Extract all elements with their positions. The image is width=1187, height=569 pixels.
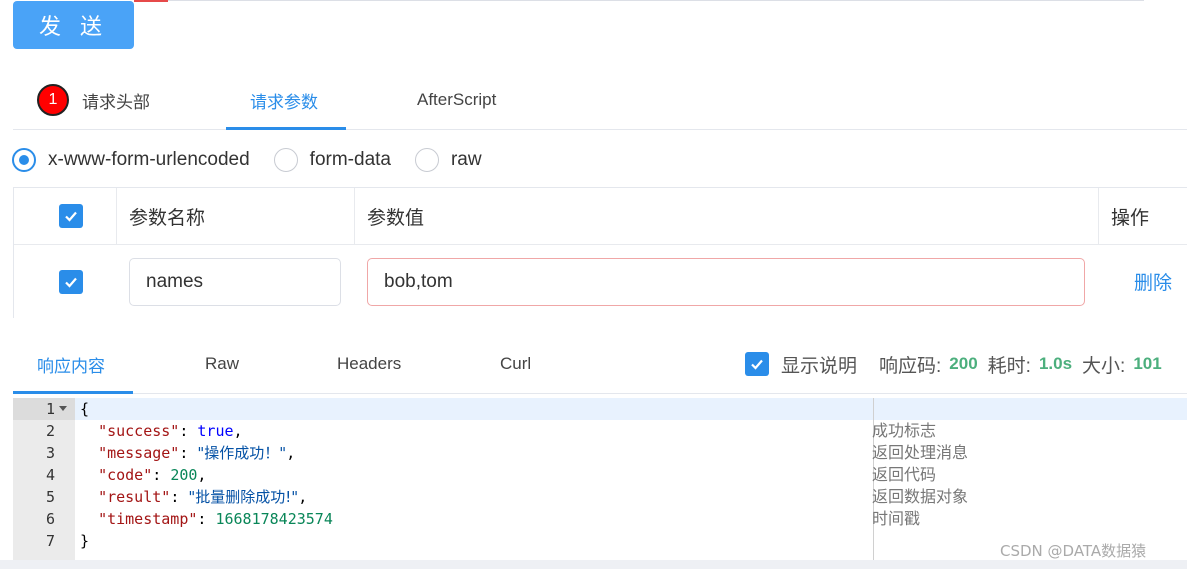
- radio-label: form-data: [309, 149, 391, 170]
- tab-label: 响应内容: [37, 356, 105, 376]
- line-number: 1: [45, 400, 55, 418]
- header-param-name: 参数名称: [129, 207, 206, 229]
- send-button[interactable]: 发 送: [13, 1, 134, 49]
- show-description-checkbox[interactable]: [745, 352, 769, 376]
- count-badge: 1: [37, 84, 69, 116]
- tab-request-headers[interactable]: 1 请求头部: [37, 70, 150, 130]
- radio-label: x-www-form-urlencoded: [48, 149, 250, 170]
- size-label: 大小:: [1082, 355, 1126, 377]
- radio-x-www-form-urlencoded[interactable]: x-www-form-urlencoded: [12, 148, 250, 172]
- radio-unchecked-icon: [273, 148, 298, 172]
- tab-label: Headers: [337, 354, 402, 373]
- radio-label: raw: [450, 149, 482, 170]
- active-tab-indicator: [13, 391, 133, 394]
- line-number: 6: [45, 510, 55, 528]
- watermark: CSDN @DATA数据猿: [1000, 542, 1147, 560]
- radio-checked-icon: [12, 148, 36, 172]
- check-icon: [59, 204, 83, 228]
- code-line: }: [80, 532, 90, 550]
- tab-label: 请求头部: [82, 92, 150, 112]
- code-line: {: [80, 400, 90, 418]
- field-comment: 返回代码: [872, 465, 937, 484]
- elapsed-time-label: 耗时:: [987, 355, 1031, 377]
- table-row: names bob,tom 删除: [14, 245, 1187, 318]
- tab-request-params[interactable]: 请求参数: [250, 70, 318, 130]
- line-number: 7: [45, 532, 55, 550]
- field-comment: 返回数据对象: [872, 487, 969, 506]
- params-table: 参数名称 参数值 操作 names bob,tom 删除: [13, 187, 1187, 318]
- code-line: "message": "操作成功！",: [98, 444, 296, 462]
- request-tabs: 1 请求头部 请求参数 AfterScript: [13, 70, 1187, 130]
- radio-raw[interactable]: raw: [414, 148, 482, 172]
- tab-response-content[interactable]: 响应内容: [37, 335, 105, 393]
- url-bar-error-mark: [134, 0, 168, 2]
- tab-label: Curl: [500, 354, 532, 373]
- field-comment: 时间戳: [872, 509, 921, 528]
- active-tab-indicator: [226, 127, 346, 130]
- table-header-row: 参数名称 参数值 操作: [14, 188, 1187, 245]
- tab-headers[interactable]: Headers: [337, 335, 401, 393]
- field-comment: 返回处理消息: [872, 443, 969, 462]
- tab-label: AfterScript: [417, 90, 497, 109]
- tab-curl[interactable]: Curl: [500, 335, 531, 393]
- tab-raw[interactable]: Raw: [205, 335, 239, 393]
- response-meta: 显示说明 响应码: 200 耗时: 1.0s 大小: 101: [745, 335, 1172, 393]
- field-comment: 成功标志: [872, 421, 937, 440]
- status-code-label: 响应码:: [879, 355, 942, 377]
- line-number: 5: [45, 488, 55, 506]
- delete-link[interactable]: 删除: [1134, 268, 1172, 295]
- header-param-value: 参数值: [367, 207, 425, 229]
- line-number: 3: [45, 444, 55, 462]
- tab-label: 请求参数: [250, 92, 318, 112]
- show-description-label: 显示说明: [781, 355, 858, 377]
- code-line: "timestamp": 1668178423574: [98, 510, 333, 528]
- code-line: "code": 200,: [98, 466, 207, 484]
- response-tabs: 响应内容 Raw Headers Curl 显示说明 响应码: 200 耗时: …: [13, 335, 1187, 394]
- tab-afterscript[interactable]: AfterScript: [417, 70, 496, 130]
- row-checkbox[interactable]: [59, 245, 83, 318]
- body-type-radio-group: x-www-form-urlencoded form-data raw: [12, 145, 506, 175]
- status-code-value: 200: [949, 354, 978, 373]
- line-number: 2: [45, 422, 55, 440]
- radio-form-data[interactable]: form-data: [273, 148, 391, 172]
- line-number: 4: [45, 466, 55, 484]
- tab-label: Raw: [205, 354, 240, 373]
- code-line: "success": true,: [98, 422, 243, 440]
- code-line: "result": "批量删除成功!",: [98, 488, 308, 506]
- check-icon: [59, 269, 83, 294]
- active-line-highlight: [75, 398, 1187, 420]
- bottom-scroll-area: [0, 560, 1187, 569]
- header-action: 操作: [1111, 207, 1150, 229]
- param-name-input[interactable]: names: [129, 257, 341, 306]
- param-value-input[interactable]: bob,tom: [367, 257, 1085, 306]
- url-bar-underline: [134, 0, 1144, 1]
- fold-arrow-icon[interactable]: [59, 406, 67, 411]
- response-code-editor[interactable]: 1 2 3 4 5 6 7 { "success": true, "messag…: [13, 398, 1187, 560]
- size-value: 101: [1133, 354, 1162, 373]
- select-all-checkbox[interactable]: [59, 188, 83, 244]
- radio-unchecked-icon: [414, 148, 439, 172]
- elapsed-time-value: 1.0s: [1038, 354, 1073, 373]
